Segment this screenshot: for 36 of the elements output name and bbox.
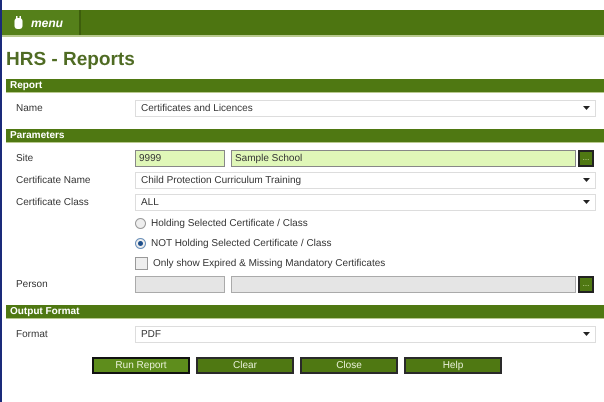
- lookup-button[interactable]: ...: [578, 150, 594, 166]
- name-field[interactable]: Sample School: [231, 150, 576, 166]
- radio-button[interactable]: [135, 218, 146, 228]
- section-header: Output Format: [6, 305, 604, 319]
- checkbox-label: Only show Expired & Missing Mandatory Certificates: [153, 258, 386, 268]
- section-header: Parameters: [6, 129, 604, 143]
- action-button[interactable]: Close: [300, 357, 398, 374]
- lookup-button[interactable]: ...: [578, 276, 594, 292]
- action-button[interactable]: Run Report: [92, 357, 190, 374]
- caret-icon: [583, 106, 590, 110]
- dropdown-field[interactable]: Certificates and Licences: [135, 100, 596, 116]
- checkbox[interactable]: [135, 256, 148, 270]
- caret-icon: [583, 200, 590, 204]
- action-button[interactable]: Help: [404, 357, 502, 374]
- name-field[interactable]: [231, 276, 576, 292]
- caret-icon: [583, 332, 590, 336]
- field-label: Certificate Class: [16, 196, 90, 208]
- section-header: Report: [6, 79, 604, 93]
- radio-label: NOT Holding Selected Certificate / Class: [151, 238, 332, 248]
- caret-icon: [583, 178, 590, 182]
- menu-button[interactable]: menu: [2, 10, 82, 35]
- radio-label: Holding Selected Certificate / Class: [151, 218, 308, 228]
- page-title: HRS - Reports: [6, 49, 136, 71]
- dropdown-field[interactable]: PDF: [135, 326, 596, 342]
- code-field[interactable]: [135, 276, 225, 292]
- radio-button[interactable]: [135, 238, 146, 248]
- dropdown-field[interactable]: Child Protection Curriculum Training: [135, 172, 596, 188]
- mouse-icon: [14, 16, 23, 29]
- code-field[interactable]: 9999: [135, 150, 225, 166]
- field-label: Name: [16, 102, 44, 114]
- field-label: Format: [16, 328, 49, 340]
- field-label: Person: [16, 278, 49, 290]
- field-label: Site: [16, 152, 34, 164]
- action-button[interactable]: Clear: [196, 357, 294, 374]
- dropdown-field[interactable]: ALL: [135, 194, 596, 210]
- field-label: Certificate Name: [16, 174, 92, 186]
